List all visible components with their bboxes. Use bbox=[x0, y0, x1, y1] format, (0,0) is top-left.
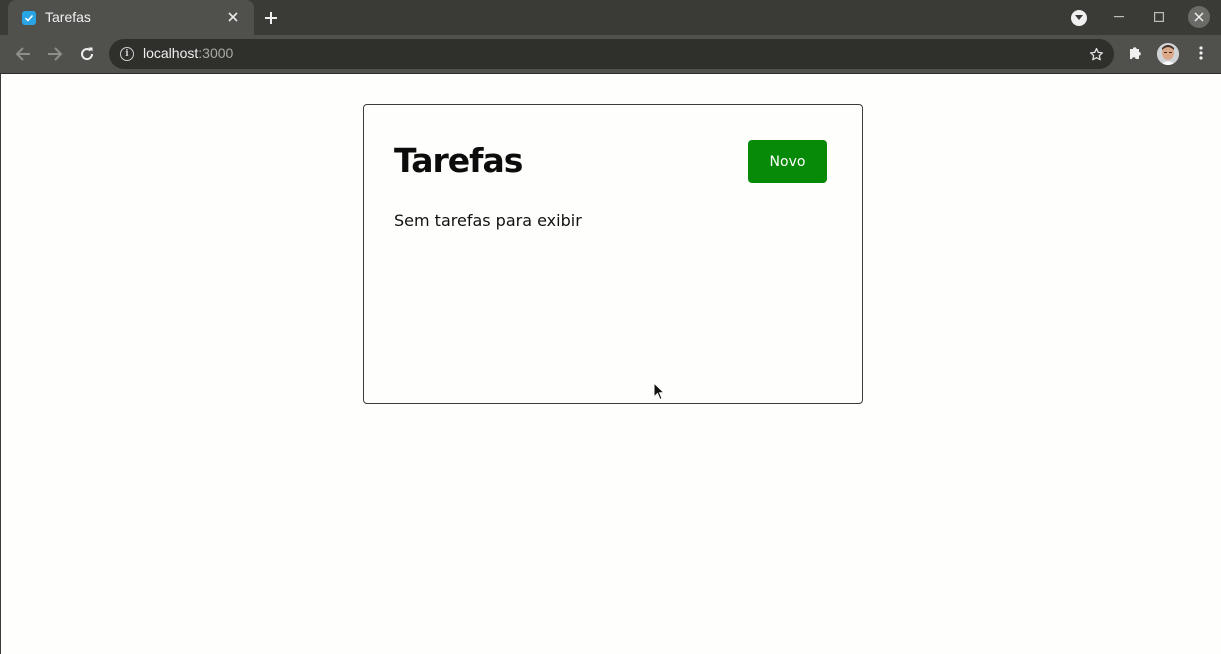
address-bar[interactable]: i localhost:3000 bbox=[109, 39, 1114, 69]
reload-icon[interactable] bbox=[77, 44, 97, 64]
tab-title: Tarefas bbox=[45, 9, 91, 25]
browser-toolbar: i localhost:3000 bbox=[0, 35, 1221, 74]
tab-tarefas[interactable]: Tarefas bbox=[8, 0, 254, 35]
bookmark-star-icon[interactable] bbox=[1087, 45, 1105, 63]
url-host: localhost bbox=[143, 45, 199, 61]
profile-avatar[interactable] bbox=[1157, 43, 1179, 65]
close-window-icon[interactable] bbox=[1188, 6, 1210, 28]
close-tab-icon[interactable] bbox=[225, 9, 241, 25]
new-task-button[interactable]: Novo bbox=[748, 140, 827, 183]
url-text: localhost:3000 bbox=[143, 45, 233, 61]
back-arrow-icon[interactable] bbox=[13, 44, 33, 64]
empty-state-message: Sem tarefas para exibir bbox=[394, 211, 582, 230]
url-port: :3000 bbox=[198, 45, 234, 61]
extensions-puzzle-icon[interactable] bbox=[1126, 44, 1144, 62]
browser-window: Tarefas i localhost:3000 Tarefas Novo Se… bbox=[0, 0, 1221, 654]
mouse-cursor-icon bbox=[653, 382, 665, 401]
tasks-card: Tarefas Novo Sem tarefas para exibir bbox=[363, 104, 863, 404]
minimize-icon[interactable] bbox=[1108, 6, 1130, 28]
tab-search-icon[interactable] bbox=[1071, 10, 1087, 26]
new-tab-icon[interactable] bbox=[262, 9, 280, 27]
page-title: Tarefas bbox=[394, 141, 523, 180]
forward-arrow-icon[interactable] bbox=[45, 44, 65, 64]
tab-strip: Tarefas bbox=[0, 0, 1221, 35]
page-viewport: Tarefas Novo Sem tarefas para exibir bbox=[0, 74, 1221, 654]
info-icon[interactable]: i bbox=[120, 47, 134, 61]
check-icon bbox=[22, 11, 36, 25]
maximize-icon[interactable] bbox=[1148, 6, 1170, 28]
kebab-menu-icon[interactable] bbox=[1192, 44, 1210, 62]
